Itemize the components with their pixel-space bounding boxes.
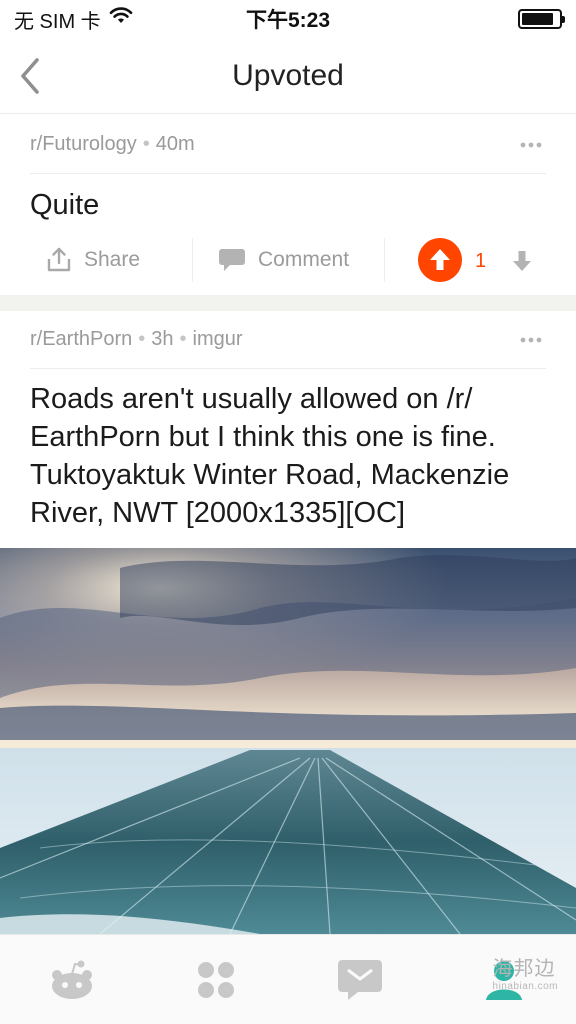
wifi-icon [109, 7, 133, 31]
vote-score: 1 [475, 250, 487, 272]
arrow-up-icon [430, 249, 450, 270]
comment-label: Comment [258, 248, 350, 271]
post-meta: r/EarthPorn • 3h • imgur [30, 311, 546, 369]
more-dots-icon [520, 337, 542, 342]
more-dots-icon [520, 142, 542, 147]
more-options-button[interactable] [516, 135, 546, 155]
more-options-button[interactable] [516, 330, 546, 350]
downvote-button[interactable] [508, 246, 536, 276]
arrow-down-icon [513, 251, 531, 271]
post-meta: r/Futurology • 40m [30, 116, 546, 174]
battery-level [522, 13, 553, 25]
watermark: 海邦边 hinabian.com [493, 952, 558, 992]
post-title[interactable]: Roads aren't usually allowed on /r/ Eart… [30, 380, 554, 532]
watermark-text: 海邦边 [492, 958, 556, 980]
carrier-label: 无 SIM 卡 [14, 10, 101, 33]
chevron-left-icon [21, 58, 39, 94]
watermark-url: hinabian.com [492, 981, 558, 992]
back-button[interactable] [10, 52, 50, 100]
post-title[interactable]: Quite [30, 186, 554, 224]
action-separator [192, 238, 193, 282]
apps-grid-icon [198, 961, 234, 998]
share-button[interactable]: Share [46, 240, 140, 280]
upvote-button[interactable] [418, 238, 462, 282]
status-bar: 无 SIM 卡 下午5:23 [0, 0, 576, 38]
page-title: Upvoted [232, 59, 344, 92]
post-age: 3h [151, 328, 174, 350]
tab-home[interactable] [32, 945, 112, 1015]
status-left: 无 SIM 卡 [14, 5, 133, 34]
nav-bar: Upvoted [0, 38, 576, 114]
separator-dot: • [179, 328, 187, 350]
share-icon [47, 247, 71, 272]
tab-inbox[interactable] [320, 945, 400, 1015]
post-image[interactable] [0, 548, 576, 934]
home-reddit-icon [52, 960, 92, 999]
subreddit-link[interactable]: r/EarthPorn [30, 328, 132, 351]
post-card[interactable]: r/EarthPorn • 3h • imgur Roads aren't us… [0, 311, 576, 548]
tab-bar [0, 934, 576, 1024]
separator-dot: • [142, 133, 150, 155]
action-separator [384, 238, 385, 282]
ice-road-photo [0, 548, 576, 934]
comment-button[interactable]: Comment [218, 240, 349, 280]
comment-icon [219, 249, 245, 271]
action-bar: Share Comment 1 [0, 232, 576, 288]
inbox-message-icon [338, 959, 382, 1000]
battery-icon [518, 9, 565, 29]
post-domain[interactable]: imgur [193, 328, 243, 351]
post-card[interactable]: r/Futurology • 40m Quite Share Comment 1 [0, 116, 576, 295]
post-age: 40m [155, 133, 195, 155]
share-label: Share [84, 248, 141, 271]
feed-divider [0, 295, 576, 311]
separator-dot: • [138, 328, 146, 350]
subreddit-link[interactable]: r/Futurology [30, 133, 137, 156]
tab-apps[interactable] [176, 945, 256, 1015]
